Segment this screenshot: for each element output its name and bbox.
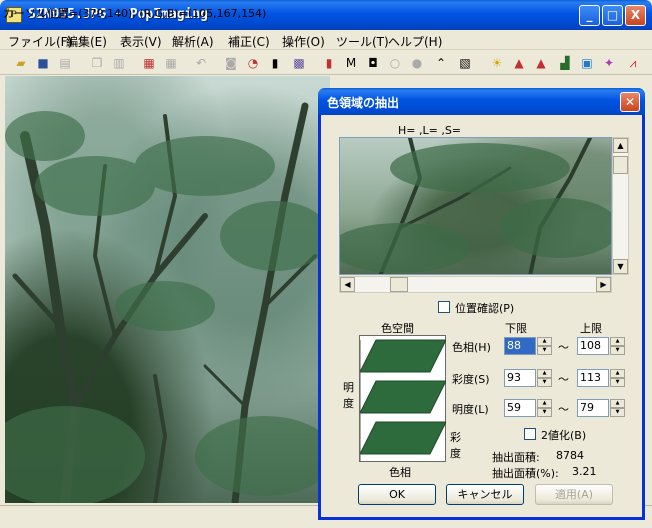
saturation-upper-input[interactable]: 113	[577, 369, 609, 387]
lightness-lower-input[interactable]: 59	[504, 399, 536, 417]
maximize-button[interactable]: □	[602, 5, 623, 26]
scroll-thumb[interactable]	[613, 156, 628, 174]
menu-operate[interactable]: 操作(O)	[282, 33, 325, 50]
shape-icon[interactable]: ◘	[364, 54, 382, 72]
color-bars-icon[interactable]: ▮	[320, 54, 338, 72]
preview-forest	[340, 138, 611, 274]
binarize-checkbox[interactable]	[524, 428, 536, 440]
grid-icon[interactable]: ▦	[140, 54, 158, 72]
saturation-tilde: ～	[558, 373, 569, 386]
position-confirm-label: 位置確認(P)	[455, 302, 515, 315]
colorspace-diagram	[359, 335, 447, 462]
scroll-up-icon[interactable]: ▲	[613, 138, 628, 153]
toolbar: ▰ ■ ▤ ❐ ▥ ▦ ▦ ↶ ◙ ◔ ▮ ▩ ▮ M ◘ ○ ● ⌃ ▧ ☀ …	[0, 51, 652, 75]
forest-image	[5, 102, 330, 503]
brightness-axis-label: 明度	[343, 381, 354, 410]
lightness-upper-input[interactable]: 79	[577, 399, 609, 417]
curve-icon[interactable]: ⌃	[432, 54, 450, 72]
position-confirm-checkbox[interactable]	[438, 301, 450, 313]
open-folder-icon[interactable]: ▰	[12, 54, 30, 72]
menu-tools[interactable]: ツール(T)	[336, 33, 389, 50]
preview-horizontal-scrollbar[interactable]: ◀ ▶	[339, 276, 612, 293]
hls-readout: H= ,L= ,S=	[398, 124, 462, 137]
circle-icon[interactable]: ○	[386, 54, 404, 72]
preview-image[interactable]	[339, 137, 612, 275]
sun-icon[interactable]: ☀	[488, 54, 506, 72]
colorspace-title: 色空間	[381, 322, 414, 335]
menu-view[interactable]: 表示(V)	[120, 33, 162, 50]
table-icon[interactable]: ▦	[162, 54, 180, 72]
cancel-button[interactable]: キャンセル	[446, 484, 524, 505]
dialog-title: 色領域の抽出	[327, 96, 400, 110]
ruler-icon[interactable]: ▮	[266, 54, 284, 72]
colorspace-planes	[359, 339, 447, 462]
copy-icon[interactable]: ❐	[88, 54, 106, 72]
undo-icon[interactable]: ↶	[192, 54, 210, 72]
hue-upper-stepper[interactable]: ▲ ▼	[610, 337, 625, 355]
saturation-axis-label: 彩度	[450, 431, 461, 460]
menu-bar: ファイル(F) 編集(E) 表示(V) 解析(A) 補正(C) 操作(O) ツー…	[0, 30, 652, 50]
menu-help[interactable]: ヘルプ(H)	[388, 33, 442, 50]
paste-icon[interactable]: ▥	[110, 54, 128, 72]
print-icon[interactable]: ▤	[56, 54, 74, 72]
area-value: 8784	[556, 449, 584, 462]
lightness-label: 明度(L)	[452, 403, 489, 416]
minimize-button[interactable]: _	[579, 5, 600, 26]
close-button[interactable]: X	[625, 5, 646, 26]
dialog-close-button[interactable]: ✕	[620, 92, 640, 112]
hue-label: 色相(H)	[452, 341, 491, 354]
triangle-icon[interactable]: ▲	[510, 54, 528, 72]
area-label: 抽出面積:	[492, 451, 540, 464]
menu-analyze[interactable]: 解析(A)	[172, 33, 214, 50]
saturation-lower-stepper[interactable]: ▲ ▼	[537, 369, 552, 387]
saturation-label: 彩度(S)	[452, 373, 490, 386]
crop-icon[interactable]: ▣	[578, 54, 596, 72]
area-percent-label: 抽出面積(%):	[492, 467, 559, 480]
histogram-icon[interactable]: M	[342, 54, 360, 72]
hue-tilde: ～	[558, 341, 569, 354]
preview-vertical-scrollbar[interactable]: ▲ ▼	[612, 137, 629, 275]
clock-icon[interactable]: ◔	[244, 54, 262, 72]
scroll-right-icon[interactable]: ▶	[596, 277, 611, 292]
lightness-upper-stepper[interactable]: ▲ ▼	[610, 399, 625, 417]
lightness-lower-stepper[interactable]: ▲ ▼	[537, 399, 552, 417]
menu-correct[interactable]: 補正(C)	[228, 33, 270, 50]
cursor-status: カーソル位置=(379,140), (R,G,B)=(105,167,154)	[3, 7, 267, 20]
area-percent-value: 3.21	[572, 465, 597, 478]
saturation-lower-input[interactable]: 93	[504, 369, 536, 387]
scroll-down-icon[interactable]: ▼	[613, 259, 628, 274]
hatch-icon[interactable]: ▧	[456, 54, 474, 72]
menu-edit[interactable]: 編集(E)	[66, 33, 107, 50]
levels-icon[interactable]: ⩘	[624, 54, 642, 72]
hscroll-thumb[interactable]	[390, 277, 408, 292]
scroll-left-icon[interactable]: ◀	[340, 277, 355, 292]
lightness-tilde: ～	[558, 403, 569, 416]
pattern-icon[interactable]: ▩	[290, 54, 308, 72]
menu-file[interactable]: ファイル(F)	[8, 33, 72, 50]
triangle-red-icon[interactable]: ▲	[532, 54, 550, 72]
ok-button[interactable]: OK	[358, 484, 436, 505]
apply-button[interactable]: 適用(A)	[535, 484, 613, 505]
image-canvas[interactable]	[5, 76, 330, 503]
save-icon[interactable]: ■	[34, 54, 52, 72]
hue-axis-label: 色相	[389, 466, 411, 479]
stairs-icon[interactable]: ▟	[556, 54, 574, 72]
upper-header: 上限	[580, 322, 602, 335]
lower-header: 下限	[505, 322, 527, 335]
color-select-icon[interactable]: ✦	[600, 54, 618, 72]
hue-lower-input[interactable]: 88	[504, 337, 536, 355]
gear-icon[interactable]: ●	[408, 54, 426, 72]
camera-icon[interactable]: ◙	[222, 54, 240, 72]
hue-upper-input[interactable]: 108	[577, 337, 609, 355]
hue-lower-stepper[interactable]: ▲ ▼	[537, 337, 552, 355]
saturation-upper-stepper[interactable]: ▲ ▼	[610, 369, 625, 387]
binarize-label: 2値化(B)	[541, 429, 587, 442]
